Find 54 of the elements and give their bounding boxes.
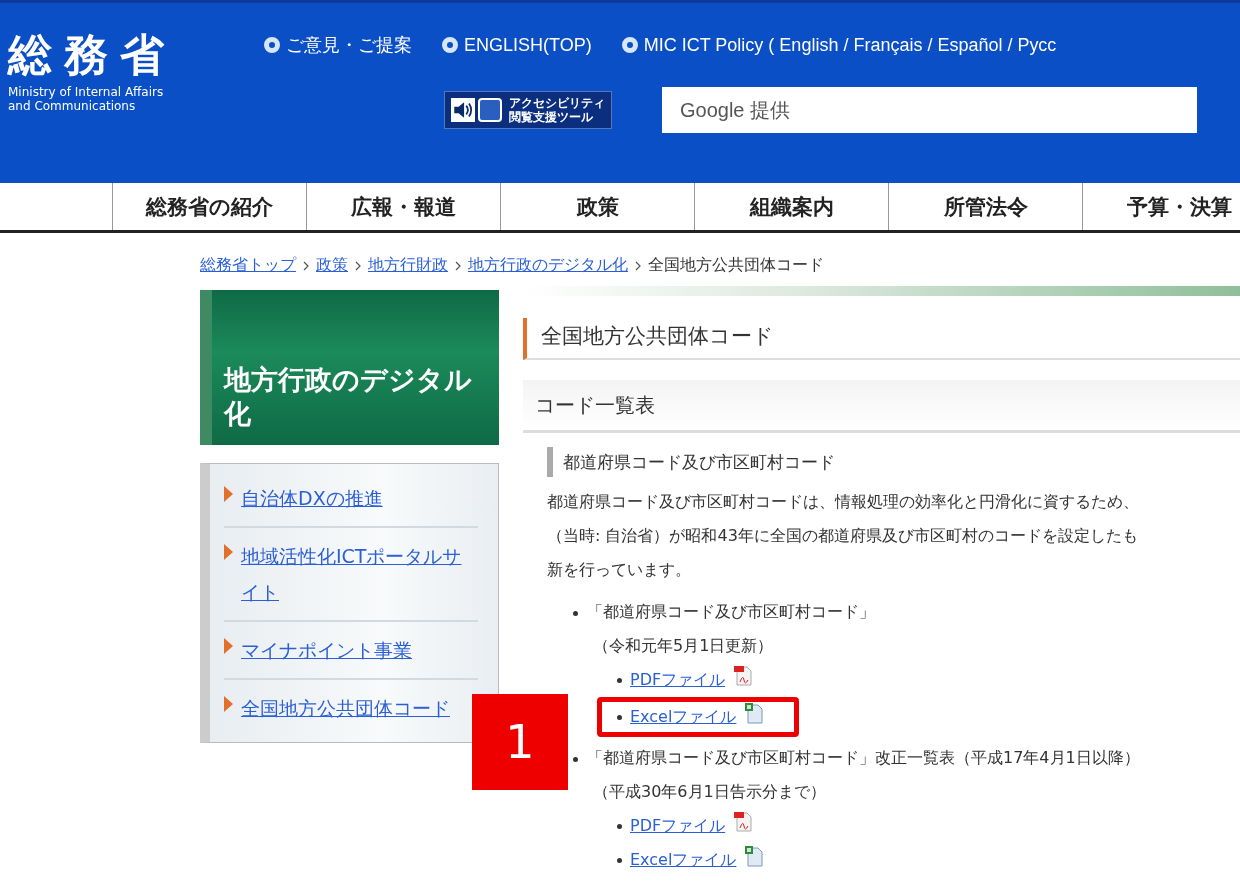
sidebar-link[interactable]: マイナポイント事業 <box>241 632 412 668</box>
triangle-icon <box>224 544 233 560</box>
list-item-note: （平成30年6月1日告示分まで） <box>593 781 826 803</box>
file-link[interactable]: PDFファイル <box>630 815 726 837</box>
file-link[interactable]: PDFファイル <box>630 669 726 691</box>
pdf-file-icon <box>733 665 754 687</box>
breadcrumb-link[interactable]: 総務省トップ <box>200 255 296 276</box>
accessibility-tool-button[interactable]: アクセシビリティ 閲覧支援ツール <box>444 91 612 129</box>
paragraph-line: 新を行っています。 <box>547 559 691 581</box>
sidebar-link[interactable]: 自治体DXの推進 <box>241 480 383 516</box>
breadcrumb-link[interactable]: 地方行政のデジタル化 <box>468 255 628 276</box>
header-link[interactable]: MIC ICT Policy ( English / Français / Español / Русс <box>621 33 1057 57</box>
sidebar-link[interactable]: 全国地方公共団体コード <box>241 690 450 726</box>
header-link[interactable]: ご意見・ご提案 <box>264 33 412 57</box>
pdf-file-icon <box>733 811 754 833</box>
chevron-icon <box>635 260 641 271</box>
nav-tab[interactable]: 政策 <box>500 183 694 230</box>
page-title: 全国地方公共団体コード <box>523 318 1240 360</box>
callout-badge: 1 <box>472 694 568 790</box>
nav-tab[interactable]: 所管法令 <box>888 183 1082 230</box>
spreadsheet-file-icon <box>744 702 765 724</box>
search-field[interactable]: Google 提供 <box>662 87 1197 133</box>
logo-title[interactable]: 総務省 <box>8 25 176 85</box>
file-link[interactable]: Excelファイル <box>630 849 737 871</box>
triangle-icon <box>224 486 233 502</box>
paragraph-line: （当時: 自治省）が昭和43年に全国の都道府県及び市区町村のコードを設定したも <box>547 525 1138 547</box>
list-item-text: 「都道府県コード及び市区町村コード」 <box>587 601 875 623</box>
logo-subtitle: Ministry of Internal Affairs <box>8 85 164 99</box>
sidebar-title: 地方行政のデジタル化 <box>224 363 473 431</box>
section-title: コード一覧表 <box>523 380 1240 433</box>
breadcrumb-link[interactable]: 政策 <box>316 255 348 276</box>
list-item-text: 「都道府県コード及び市区町村コード」改正一覧表（平成17年4月1日以降） <box>587 747 1140 769</box>
paragraph-line: 都道府県コード及び市区町村コードは、情報処理の効率化と円滑化に資するため、 <box>547 491 1139 513</box>
chevron-icon <box>455 260 461 271</box>
nav-tab[interactable]: 予算・決算 <box>1082 183 1240 230</box>
nav-tab[interactable]: 組織案内 <box>694 183 888 230</box>
breadcrumb-link[interactable]: 地方行財政 <box>368 255 448 276</box>
chevron-icon <box>355 260 361 271</box>
spreadsheet-file-icon <box>744 845 765 867</box>
nav-tab[interactable]: 広報・報道 <box>306 183 500 230</box>
chevron-icon <box>303 260 309 271</box>
triangle-icon <box>224 638 233 654</box>
tool-label: 閲覧支援ツール <box>509 110 594 124</box>
file-link[interactable]: Excelファイル <box>630 706 737 728</box>
tool-label: アクセシビリティ <box>509 96 605 110</box>
breadcrumb-current: 全国地方公共団体コード <box>648 255 824 276</box>
triangle-icon <box>224 696 233 712</box>
sidebar-link[interactable]: 地域活性化ICTポータルサイト <box>241 538 478 610</box>
speaker-icon <box>451 98 475 122</box>
nav-tab[interactable]: 総務省の紹介 <box>112 183 306 230</box>
list-item-note: （令和元年5月1日更新） <box>593 635 774 657</box>
header-link[interactable]: ENGLISH(TOP) <box>442 33 592 57</box>
logo-subtitle: and Communications <box>8 99 136 113</box>
subsection-title: 都道府県コード及び市区町村コード <box>547 447 1240 477</box>
